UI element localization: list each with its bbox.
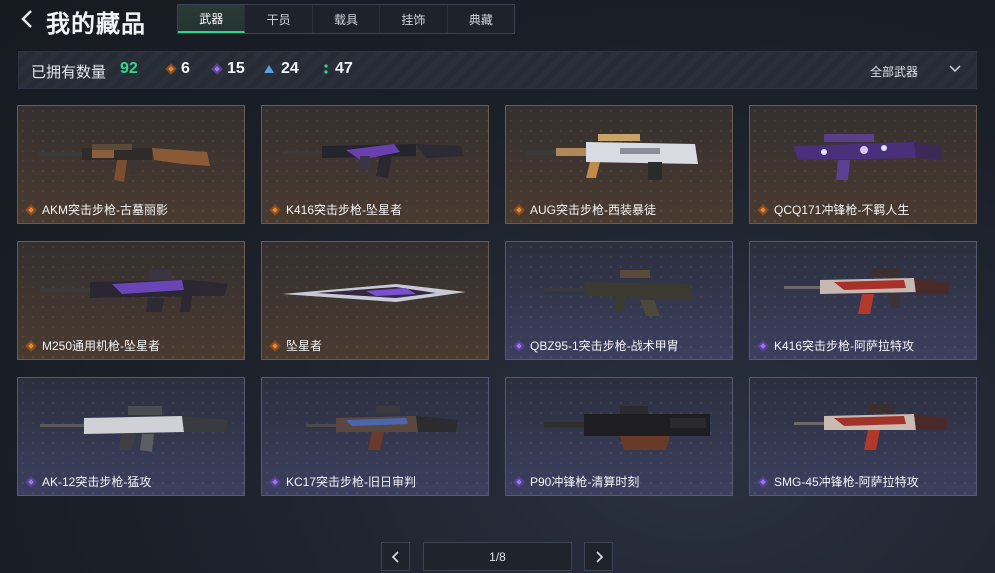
collection-item-card[interactable]: K416突击步枪-阿萨拉特攻 (749, 241, 977, 360)
owned-count-value: 92 (120, 60, 138, 77)
purple-diamond-icon (757, 476, 769, 488)
purple-diamond-icon (269, 476, 281, 488)
item-name: KC17突击步枪-旧日审判 (286, 475, 417, 489)
orange-diamond-icon (25, 340, 37, 352)
collection-item-card[interactable]: AUG突击步枪-西装暴徒 (505, 105, 733, 224)
rarity-purple-count: 15 (211, 60, 245, 78)
collection-item-card[interactable]: QBZ95-1突击步枪-战术甲胄 (505, 241, 733, 360)
rarity-blue-count: 24 (263, 60, 299, 78)
smg-icon (544, 406, 710, 450)
smg-icon (794, 134, 942, 180)
machine-gun-icon (40, 270, 228, 312)
collection-item-card[interactable]: P90冲锋枪-清算时刻 (505, 377, 733, 496)
item-name: K416突击步枪-阿萨拉特攻 (774, 339, 915, 353)
page-title: 我的藏品 (46, 11, 146, 38)
orange-diamond-icon (269, 204, 281, 216)
orange-diamond-icon (269, 340, 281, 352)
page-indicator: 1/8 (423, 542, 572, 571)
smg-icon (794, 404, 948, 450)
collection-item-card[interactable]: K416突击步枪-坠星者 (261, 105, 489, 224)
purple-diamond-icon (25, 476, 37, 488)
rifle-icon (526, 134, 698, 180)
collection-item-card[interactable]: AK-12突击步枪-猛攻 (17, 377, 245, 496)
knife-icon (282, 284, 466, 302)
collection-item-card[interactable]: M250通用机枪-坠星者 (17, 241, 245, 360)
rarity-green-count: 47 (323, 60, 353, 78)
item-name: AKM突击步枪-古墓丽影 (42, 203, 169, 217)
purple-diamond-icon (513, 340, 525, 352)
next-page-button[interactable] (584, 542, 613, 571)
item-name: QBZ95-1突击步枪-战术甲胄 (530, 339, 679, 353)
rarity-orange-count: 6 (165, 60, 190, 78)
owned-count-label: 已拥有数量 (31, 64, 107, 81)
orange-diamond-icon (513, 204, 525, 216)
orange-diamond-icon (757, 204, 769, 216)
rifle-icon (38, 144, 210, 182)
chevron-right-icon (595, 550, 603, 563)
chevron-down-icon[interactable] (948, 64, 962, 74)
purple-diamond-icon (513, 476, 525, 488)
collection-item-card[interactable]: QCQ171冲锋枪-不羁人生 (749, 105, 977, 224)
rifle-icon (544, 270, 694, 316)
collection-summary-bar: 已拥有数量 92 6 15 24 47 全部武器 (18, 51, 977, 89)
rarity-purple-value: 15 (227, 60, 245, 77)
rifle-icon (282, 144, 464, 178)
collection-item-card[interactable]: KC17突击步枪-旧日审判 (261, 377, 489, 496)
item-name: AUG突击步枪-西装暴徒 (530, 203, 657, 217)
rarity-blue-value: 24 (281, 60, 299, 77)
page-indicator-label: 1/8 (489, 549, 506, 564)
tab-collection[interactable]: 典藏 (448, 5, 514, 33)
weapon-filter-dropdown[interactable]: 全部武器 (870, 63, 918, 80)
rifle-icon (784, 268, 950, 314)
tab-operators[interactable]: 干员 (245, 5, 313, 33)
item-name: AK-12突击步枪-猛攻 (42, 475, 152, 489)
tab-weapons[interactable]: 武器 (178, 5, 246, 33)
category-tabs: 武器 干员 载具 挂饰 典藏 (177, 4, 515, 34)
chevron-left-icon (391, 550, 399, 563)
tab-charms[interactable]: 挂饰 (380, 5, 448, 33)
item-name: M250通用机枪-坠星者 (42, 339, 161, 353)
back-arrow-icon[interactable] (18, 8, 38, 30)
collection-item-card[interactable]: SMG-45冲锋枪-阿萨拉特攻 (749, 377, 977, 496)
tab-vehicles[interactable]: 载具 (313, 5, 381, 33)
item-name: 坠星者 (286, 339, 323, 353)
blue-triangle-icon (264, 65, 274, 73)
purple-diamond-icon (757, 340, 769, 352)
rifle-icon (40, 406, 228, 452)
rarity-green-value: 47 (335, 60, 353, 77)
collection-item-card[interactable]: 坠星者 (261, 241, 489, 360)
item-name: SMG-45冲锋枪-阿萨拉特攻 (774, 475, 919, 489)
prev-page-button[interactable] (381, 542, 410, 571)
item-name: P90冲锋枪-清算时刻 (530, 475, 640, 489)
collection-grid: AKM突击步枪-古墓丽影 K416突击步枪-坠星者 AUG突击步枪-西装暴徒 Q… (17, 105, 977, 496)
rifle-icon (306, 406, 458, 450)
purple-diamond-icon (211, 63, 223, 75)
collection-item-card[interactable]: AKM突击步枪-古墓丽影 (17, 105, 245, 224)
item-name: QCQ171冲锋枪-不羁人生 (774, 203, 910, 217)
orange-diamond-icon (25, 204, 37, 216)
item-name: K416突击步枪-坠星者 (286, 203, 403, 217)
green-dots-icon (324, 64, 328, 74)
orange-diamond-icon (165, 63, 177, 75)
rarity-orange-value: 6 (181, 60, 190, 77)
